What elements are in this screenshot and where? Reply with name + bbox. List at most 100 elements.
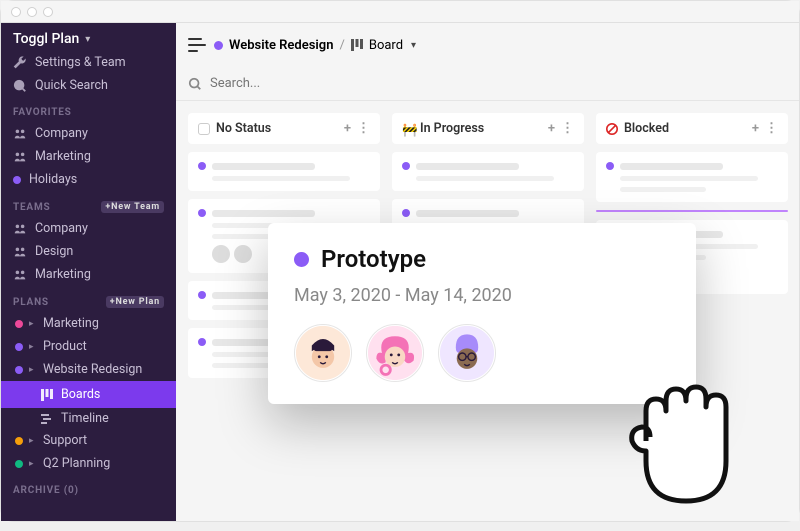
workspace-name: Toggl Plan (13, 31, 79, 47)
favorites-header-label: FAVORITES (13, 107, 72, 118)
plan-sub-label: Timeline (61, 411, 109, 426)
card-title-placeholder (212, 210, 315, 217)
avatar (366, 324, 424, 382)
app: Toggl Plan ▾ Settings & Team Quick Searc… (1, 23, 799, 521)
card-date-range: May 3, 2020 - May 14, 2020 (294, 285, 670, 306)
breadcrumb: Website Redesign / Board ▾ (214, 38, 416, 53)
favorite-item-marketing[interactable]: Marketing (1, 145, 176, 168)
card-drop-indicator (596, 210, 788, 212)
empty-status-icon (198, 123, 210, 135)
people-icon (13, 268, 27, 282)
settings-team-link[interactable]: Settings & Team (1, 51, 176, 74)
breadcrumb-view[interactable]: Board (369, 38, 403, 53)
chevron-down-icon[interactable]: ▾ (411, 40, 416, 51)
team-label: Marketing (35, 267, 91, 282)
plan-label: Marketing (43, 316, 99, 331)
minimize-window-icon[interactable] (27, 7, 37, 17)
teams-header: TEAMS +New Team (1, 191, 176, 217)
archive-header[interactable]: ARCHIVE (0) (1, 475, 176, 500)
topbar: Website Redesign / Board ▾ (176, 23, 799, 67)
search-row (176, 67, 799, 101)
new-team-button[interactable]: +New Team (101, 201, 164, 213)
board: No Status + ⋮ (176, 101, 799, 521)
plan-item-product[interactable]: ▸ Product (1, 335, 176, 358)
column-title: No Status (216, 121, 338, 136)
favorites-header: FAVORITES (1, 97, 176, 122)
card-dot-icon (198, 209, 206, 217)
main-panel: Website Redesign / Board ▾ No Status (176, 23, 799, 521)
column-menu-button[interactable]: ⋮ (561, 121, 574, 136)
boards-icon (41, 389, 53, 401)
chevron-right-icon: ▸ (29, 436, 37, 446)
add-card-button[interactable]: + (752, 121, 759, 136)
collapse-sidebar-icon[interactable] (188, 38, 206, 52)
chevron-right-icon: ▸ (29, 365, 37, 375)
team-item-company[interactable]: Company (1, 217, 176, 240)
avatar (212, 245, 230, 263)
plan-label: Support (43, 433, 87, 448)
close-window-icon[interactable] (11, 7, 21, 17)
zoom-window-icon[interactable] (43, 7, 53, 17)
card-text-placeholder (212, 176, 350, 181)
plan-sub-timeline[interactable]: Timeline (1, 408, 176, 429)
titlebar (1, 1, 799, 23)
card-title-placeholder (416, 210, 519, 217)
column-menu-button[interactable]: ⋮ (765, 121, 778, 136)
plan-item-q2-planning[interactable]: ▸ Q2 Planning (1, 452, 176, 475)
dragged-card[interactable]: Prototype May 3, 2020 - May 14, 2020 (268, 223, 696, 404)
teams-header-label: TEAMS (13, 202, 50, 213)
plan-sub-boards[interactable]: Boards (1, 381, 176, 408)
plan-label: Product (43, 339, 87, 354)
card-dot-icon (402, 209, 410, 217)
sidebar: Toggl Plan ▾ Settings & Team Quick Searc… (1, 23, 176, 521)
plan-dot-icon (15, 343, 23, 351)
quick-search-label: Quick Search (35, 78, 108, 93)
plan-dot-icon (15, 320, 23, 328)
team-label: Company (35, 221, 88, 236)
people-icon (13, 150, 27, 164)
add-card-button[interactable]: + (344, 121, 351, 136)
column-menu-button[interactable]: ⋮ (357, 121, 370, 136)
team-item-design[interactable]: Design (1, 240, 176, 263)
card-text-placeholder (620, 187, 706, 192)
chevron-right-icon: ▸ (29, 319, 37, 329)
breadcrumb-separator: / (339, 38, 344, 53)
plans-header: PLANS +New Plan (1, 286, 176, 312)
plan-item-marketing[interactable]: ▸ Marketing (1, 312, 176, 335)
plans-header-label: PLANS (13, 297, 49, 308)
column-header: 🚧 In Progress + ⋮ (392, 113, 584, 144)
card-dot-icon (198, 291, 206, 299)
board-card[interactable] (392, 152, 584, 191)
plan-dot-icon (15, 437, 23, 445)
board-card[interactable] (596, 152, 788, 202)
people-icon (13, 245, 27, 259)
plan-sub-label: Boards (61, 387, 100, 402)
breadcrumb-project[interactable]: Website Redesign (229, 38, 333, 53)
add-card-button[interactable]: + (548, 121, 555, 136)
card-dot-icon (294, 252, 309, 267)
board-card[interactable] (188, 152, 380, 191)
plan-dot-icon (15, 460, 23, 468)
favorite-label: Marketing (35, 149, 91, 164)
card-dot-icon (606, 162, 614, 170)
column-title: Blocked (624, 121, 746, 136)
new-plan-button[interactable]: +New Plan (106, 296, 164, 308)
favorite-item-company[interactable]: Company (1, 122, 176, 145)
team-item-marketing[interactable]: Marketing (1, 263, 176, 286)
plan-label: Website Redesign (43, 362, 142, 377)
construction-icon: 🚧 (402, 123, 414, 135)
plan-item-support[interactable]: ▸ Support (1, 429, 176, 452)
archive-header-label: ARCHIVE (0) (13, 485, 79, 496)
boards-icon (351, 39, 363, 51)
plan-item-website-redesign[interactable]: ▸ Website Redesign (1, 358, 176, 381)
favorite-item-holidays[interactable]: Holidays (1, 168, 176, 191)
column-header: Blocked + ⋮ (596, 113, 788, 144)
people-icon (13, 222, 27, 236)
search-input[interactable] (210, 76, 787, 91)
card-dot-icon (402, 162, 410, 170)
chevron-down-icon: ▾ (85, 34, 90, 45)
workspace-switcher[interactable]: Toggl Plan ▾ (1, 23, 176, 51)
plan-dot-icon (13, 176, 21, 184)
no-entry-icon (606, 123, 618, 135)
quick-search-link[interactable]: Quick Search (1, 74, 176, 97)
